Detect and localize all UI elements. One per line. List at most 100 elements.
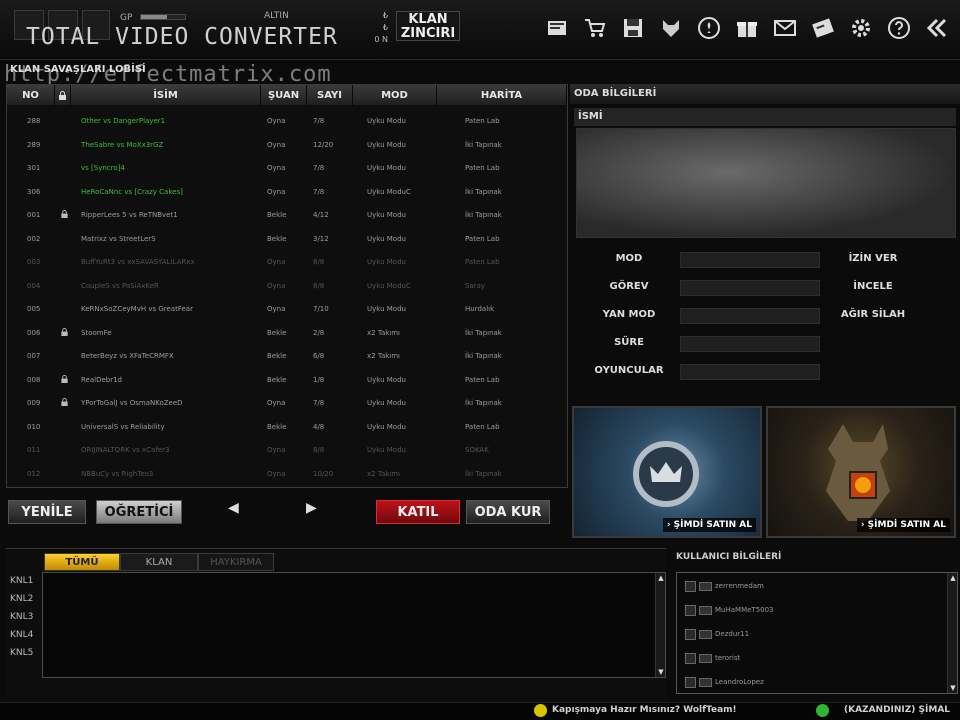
promo-banner-2[interactable]: › ŞİMDİ SATIN AL xyxy=(766,406,956,538)
ticker-message: Kapışmaya Hazır Mısınız? WolfTeam! xyxy=(552,705,737,715)
col-lock[interactable] xyxy=(55,85,71,105)
emblem-icon[interactable] xyxy=(694,13,724,43)
chat-tab-shout[interactable]: HAYKIRMA xyxy=(198,553,274,571)
gold-label: ALTIN xyxy=(264,11,289,21)
room-row[interactable]: 006 StoomFe Bekle 2/8 x2 Takımı İki Tapınak xyxy=(7,321,567,345)
user-row[interactable]: MuHaMMeT5003 xyxy=(685,603,774,617)
lock-icon xyxy=(61,398,68,406)
room-row[interactable]: 007 BeterBeyz vs XFaTeCRMFX Bekle 6/8 x2 Tak… xyxy=(7,344,567,368)
cell-no: 005 xyxy=(27,305,41,313)
room-row[interactable]: 306 HeRoCaNnc vs [Crazy Cakes] Oyna 7/8 Uyku… xyxy=(7,180,567,204)
create-room-button[interactable]: ODA KUR xyxy=(466,500,550,524)
help-icon[interactable] xyxy=(884,13,914,43)
user-row[interactable]: zerrenmedam xyxy=(685,579,764,593)
cell-count: 3/12 xyxy=(313,234,329,243)
save-icon[interactable] xyxy=(618,13,648,43)
document-icon[interactable] xyxy=(542,13,572,43)
user-scroll-up-icon[interactable]: ▲ xyxy=(948,573,958,583)
field-players-label: OYUNCULAR xyxy=(594,365,664,376)
room-row[interactable]: 010 UniversalS vs Reliability Bekle 4/8 Uyku… xyxy=(7,415,567,439)
cell-mode: Uyku Modu xyxy=(367,422,406,431)
clan-badge-icon xyxy=(699,653,712,663)
chat-log[interactable]: ▲ ▼ xyxy=(42,572,666,678)
cell-mode: Uyku Modu xyxy=(367,375,406,384)
cell-map: İki Tapınak xyxy=(465,140,502,149)
user-info-header: KULLANICI BİLGİLERİ xyxy=(676,552,782,562)
chat-scroll-down-icon[interactable]: ▼ xyxy=(656,667,666,677)
user-scroll-down-icon[interactable]: ▼ xyxy=(948,683,958,693)
room-name-label: İSMİ xyxy=(574,108,956,126)
channel-4[interactable]: KNL4 xyxy=(10,630,33,640)
join-button[interactable]: KATIL xyxy=(376,500,460,524)
room-row[interactable]: 002 Matrixz vs StreetLerS Bekle 3/12 Uyku Mo… xyxy=(7,227,567,251)
prev-page-icon[interactable]: ◀ xyxy=(228,500,239,516)
cart-icon[interactable] xyxy=(580,13,610,43)
cell-name: BuffYuRt3 vs xxSAVASYALILARxx xyxy=(81,258,195,266)
back-icon[interactable] xyxy=(922,13,952,43)
cell-name: TheSabre vs MoXx3rGZ xyxy=(81,140,164,149)
channel-5[interactable]: KNL5 xyxy=(10,648,33,658)
gear-icon[interactable] xyxy=(846,13,876,43)
room-row[interactable]: 005 KeRNxSoZCeyMvH vs GreatFear Oyna 7/10 Uy… xyxy=(7,297,567,321)
cell-name: vs [Syncro]4 xyxy=(81,164,125,172)
next-page-icon[interactable]: ▶ xyxy=(306,500,317,516)
chat-scroll-up-icon[interactable]: ▲ xyxy=(656,573,666,583)
chat-scrollbar[interactable]: ▲ ▼ xyxy=(655,573,665,677)
room-row[interactable]: 301 vs [Syncro]4 Oyna 7/8 Uyku Modu Paten Lab xyxy=(7,156,567,180)
room-row[interactable]: 001 RipperLees 5 vs ReTNBvet1 Bekle 4/12 Uyk… xyxy=(7,203,567,227)
cell-mode: Uyku Modu xyxy=(367,234,406,243)
wolf-warrior-icon xyxy=(826,424,890,521)
promo-banner-1[interactable]: › ŞİMDİ SATIN AL xyxy=(572,406,762,538)
gp-progress-bar xyxy=(140,14,186,20)
room-row[interactable]: 008 RealDebr1d Bekle 1/8 Uyku Modu Paten Lab xyxy=(7,368,567,392)
tutorial-button[interactable]: OĞRETİCİ xyxy=(96,500,182,524)
col-status[interactable]: ŞUAN xyxy=(261,85,307,105)
cell-status: Oyna xyxy=(267,187,286,196)
room-row[interactable]: 011 ORIJINALTORK vs xCafer3 Oyna 8/8 Uyku Mo… xyxy=(7,438,567,462)
cell-count: 7/8 xyxy=(313,187,325,196)
room-row[interactable]: 289 TheSabre vs MoXx3rGZ Oyna 12/20 Uyku Mod… xyxy=(7,133,567,157)
cell-count: 7/8 xyxy=(313,399,325,407)
chat-tab-all[interactable]: TÜMÜ xyxy=(44,553,120,571)
clan-badge-icon xyxy=(699,605,712,615)
room-row[interactable]: 003 BuffYuRt3 vs xxSAVASYALILARxx Oyna 8/8 U… xyxy=(7,250,567,274)
channel-2[interactable]: KNL2 xyxy=(10,594,33,604)
user-scrollbar[interactable]: ▲ ▼ xyxy=(947,573,957,693)
mail-icon[interactable] xyxy=(770,13,800,43)
gift-icon[interactable] xyxy=(732,13,762,43)
clan-badge-icon xyxy=(699,677,712,687)
cell-count: 7/8 xyxy=(313,117,325,125)
clan-chain-button[interactable]: KLAN ZINCIRI xyxy=(396,11,460,41)
col-mode[interactable]: MOD xyxy=(353,85,437,105)
channel-1[interactable]: KNL1 xyxy=(10,576,33,586)
wolf-icon[interactable] xyxy=(656,13,686,43)
cell-mode: Uyku Modu xyxy=(367,305,406,313)
room-row[interactable]: 004 CoupleS vs PaSiAxKeR Oyna 8/8 Uyku ModuC… xyxy=(7,274,567,298)
user-row[interactable]: LeandroLopez xyxy=(685,675,764,689)
col-count[interactable]: SAYI xyxy=(307,85,353,105)
chat-tab-clan[interactable]: KLAN xyxy=(120,553,198,571)
promo-buy-now-2[interactable]: › ŞİMDİ SATIN AL xyxy=(856,518,950,532)
col-map[interactable]: HARİTA xyxy=(437,85,567,105)
room-row[interactable]: 009 YPorToGalJ vs OsmaNKoZeeD Oyna 7/8 Uyku … xyxy=(7,391,567,415)
cell-no: 289 xyxy=(27,140,41,149)
cell-map: Paten Lab xyxy=(465,422,500,431)
top-bar: GP ALTIN TOTAL VIDEO CONVERTER ₺ ₺ 0 N K… xyxy=(0,0,960,60)
col-name[interactable]: İSİM xyxy=(71,85,261,105)
channel-3[interactable]: KNL3 xyxy=(10,612,33,622)
room-row[interactable]: 012 NBBuCy vs RighTeo3 Oyna 10/20 x2 Takımı İ… xyxy=(7,462,567,486)
cell-map: İki Tapınak xyxy=(465,352,502,360)
room-row[interactable]: 288 Other vs DangerPlayer1 Oyna 7/8 Uyku Mod… xyxy=(7,109,567,133)
cell-map: İki Tapınak xyxy=(465,211,502,219)
user-list[interactable]: ▲ ▼ zerrenmedam MuHaMMeT5003 Dezdur11 teror… xyxy=(676,572,958,694)
card-icon[interactable] xyxy=(808,13,838,43)
col-no[interactable]: NO xyxy=(7,85,55,105)
cell-count: 8/8 xyxy=(313,446,325,454)
cell-map: Paten Lab xyxy=(465,375,500,384)
cell-mode: Uyku Modu xyxy=(367,399,406,407)
user-row[interactable]: terorist xyxy=(685,651,740,665)
user-row[interactable]: Dezdur11 xyxy=(685,627,749,641)
promo-buy-now-1[interactable]: › ŞİMDİ SATIN AL xyxy=(662,518,756,532)
refresh-button[interactable]: YENİLE xyxy=(8,500,86,524)
watermark-title: TOTAL VIDEO CONVERTER xyxy=(26,24,338,50)
